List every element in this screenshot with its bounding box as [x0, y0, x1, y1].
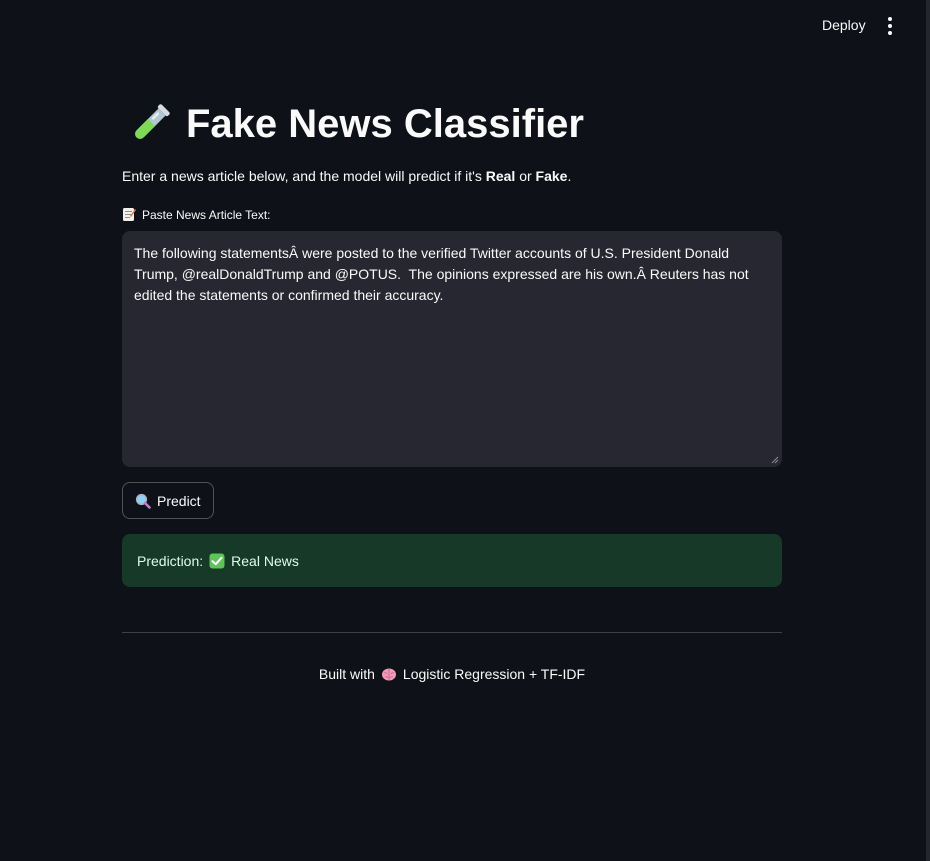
footer-text: Logistic Regression + TF-IDF [402, 666, 586, 682]
footer-prefix: Built with [318, 666, 375, 682]
prediction-label: Real News [231, 552, 299, 569]
prediction-prefix: Prediction: [137, 552, 204, 569]
deploy-button[interactable]: Deploy [814, 13, 874, 37]
predict-button[interactable]: Predict [122, 482, 214, 519]
prediction-result: Prediction: Real News [122, 534, 782, 587]
article-text-label: Paste News Article Text: [122, 207, 271, 222]
intro-real: Real [485, 168, 516, 184]
divider [122, 632, 782, 633]
intro-prefix: Enter a news article below, and the mode… [122, 168, 486, 184]
intro-fake: Fake [535, 168, 568, 184]
footer: Built with Logistic Regression + TF-IDF [122, 666, 782, 682]
app-root: Deploy Fake News Classifier Enter a news… [0, 0, 930, 861]
magnifying-glass-icon [135, 493, 151, 509]
page-title: Fake News Classifier [126, 100, 584, 148]
memo-icon [123, 208, 136, 221]
intro-text: Enter a news article below, and the mode… [122, 168, 571, 184]
top-header: Deploy [0, 0, 926, 52]
intro-suffix: . [567, 168, 572, 184]
predict-button-label: Predict [157, 492, 201, 509]
more-vertical-icon[interactable] [880, 14, 900, 38]
check-mark-icon [209, 553, 225, 568]
intro-or: or [515, 168, 536, 184]
resize-handle-icon[interactable] [771, 456, 779, 464]
article-text-label-text: Paste News Article Text: [142, 207, 271, 222]
brain-icon [381, 668, 396, 681]
article-textarea-container: The following statementsÂ were posted to… [122, 231, 782, 467]
test-tube-icon [135, 104, 170, 139]
page-title-text: Fake News Classifier [186, 101, 584, 146]
article-textarea[interactable]: The following statementsÂ were posted to… [122, 231, 782, 467]
scrollbar-track[interactable] [926, 0, 930, 861]
